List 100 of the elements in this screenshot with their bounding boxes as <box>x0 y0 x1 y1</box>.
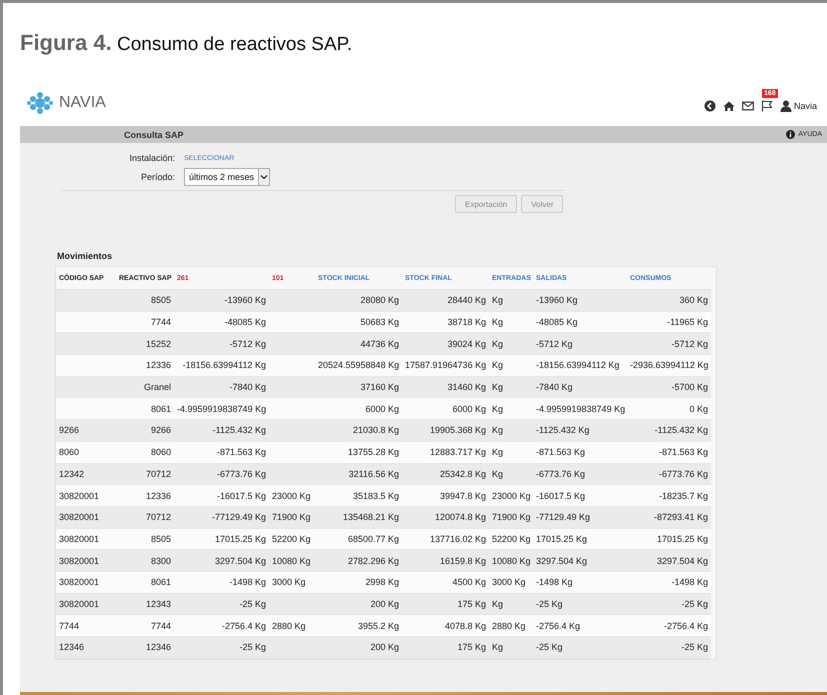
table-cell: 175 Kg <box>457 598 486 609</box>
table-cell: 6000 Kg <box>452 404 486 414</box>
table-cell: 16159.8 Kg <box>440 556 486 566</box>
table-cell: 20524.55958848 Kg <box>318 360 400 370</box>
table-cell: 200 Kg <box>370 642 399 652</box>
table-cell: 28080 Kg <box>360 295 399 306</box>
table-cell: 3955.2 Kg <box>358 620 399 631</box>
table-cell: -48085 Kg <box>536 317 578 328</box>
table-cell: Kg <box>492 598 504 609</box>
table-cell: 135468.21 Kg <box>342 512 399 522</box>
table-cell: 9266 <box>59 425 80 436</box>
table-cell: -5712 Kg <box>536 338 573 349</box>
info-icon[interactable] <box>786 130 796 139</box>
table-cell: Kg <box>492 642 504 652</box>
table-cell: 39947.8 Kg <box>440 490 486 501</box>
table-cell: -6773.76 Kg <box>536 468 586 479</box>
table-cell: -7840 Kg <box>536 382 573 392</box>
table-cell: 175 Kg <box>457 642 486 652</box>
table-cell: -871.563 Kg <box>536 447 586 458</box>
table-cell: -1498 Kg <box>671 577 708 588</box>
table-cell: Kg <box>492 317 504 328</box>
table-cell: 6000 Kg <box>365 404 399 414</box>
table-cell: 360 Kg <box>679 295 708 306</box>
table-cell: -2756.4 Kg <box>536 620 580 631</box>
table-cell: -77129.49 Kg <box>536 512 590 522</box>
table-cell: Kg <box>492 425 504 436</box>
table-cell: 7744 <box>150 620 171 631</box>
table-cell: 3297.504 Kg <box>214 556 266 566</box>
table-cell: 8505 <box>150 534 171 544</box>
table-cell: 15252 <box>146 338 171 349</box>
user-icon[interactable] <box>780 100 792 112</box>
mail-icon[interactable] <box>742 100 754 112</box>
table-cell: -18156.63994112 Kg <box>182 360 266 370</box>
table-cell: 3297.504 Kg <box>656 556 708 566</box>
table-cell: 8061 <box>150 404 171 414</box>
table-cell: 39024 Kg <box>447 338 486 349</box>
table-cell: 28440 Kg <box>447 295 486 306</box>
flag-icon[interactable] <box>760 100 773 112</box>
table-cell: 7744 <box>59 620 80 631</box>
table-cell: 17015.25 Kg <box>214 534 266 544</box>
table-cell: 31460 Kg <box>447 382 486 392</box>
home-icon[interactable] <box>722 100 735 112</box>
table-cell: 10080 Kg <box>492 556 531 566</box>
table-cell: 12883.717 Kg <box>430 447 486 458</box>
table-cell: 12342 <box>59 468 84 479</box>
toolbar-button[interactable]: Exportación <box>455 195 518 213</box>
table-cell: -2936.63994112 Kg <box>630 360 708 370</box>
table-cell: -1125.432 Kg <box>536 425 590 436</box>
table-cell: -11965 Kg <box>667 317 708 328</box>
table-cell: 12336 <box>146 490 171 501</box>
table-cell: 30820001 <box>59 556 100 566</box>
table-cell: -1125.432 Kg <box>212 425 266 436</box>
table-cell: 0 Kg <box>689 404 708 414</box>
table-cell: 2998 Kg <box>365 577 399 588</box>
installation-label: Instalación: <box>128 153 175 163</box>
table-cell: 71900 Kg <box>492 512 531 522</box>
table-cell: -5712 Kg <box>229 338 266 349</box>
table-cell: 8505 <box>150 295 171 306</box>
user-name[interactable]: Navia <box>794 101 817 111</box>
table-cell: 4078.8 Kg <box>444 620 486 631</box>
logo-text: NAVIA <box>59 94 106 112</box>
table-cell: 8300 <box>150 556 171 566</box>
logo-icon <box>25 91 55 115</box>
table-cell: -1125.432 Kg <box>654 425 708 436</box>
table-cell: -5712 Kg <box>671 338 708 349</box>
table-cell: 30820001 <box>59 577 100 588</box>
toolbar-button[interactable]: Volver <box>521 195 564 213</box>
table-cell: -871.563 Kg <box>658 447 708 458</box>
table-cell: -25 Kg <box>681 598 708 609</box>
table-cell: 12343 <box>146 598 171 609</box>
table-cell: -77129.49 Kg <box>212 512 266 522</box>
table-cell: 70712 <box>146 468 171 479</box>
table-cell: 3000 Kg <box>272 577 306 588</box>
table-cell: Granel <box>144 382 171 392</box>
table-cell: 2782.296 Kg <box>348 556 399 566</box>
table-cell: -25 Kg <box>239 598 266 609</box>
table-cell: 25342.8 Kg <box>440 468 486 479</box>
table-cell: -871.563 Kg <box>216 447 266 458</box>
period-dropdown[interactable]: últimos 2 meses <box>184 168 270 186</box>
table-cell: -87293.41 Kg <box>654 512 708 522</box>
table-cell: Kg <box>492 295 504 306</box>
table-cell: -16017.5 Kg <box>216 490 266 501</box>
back-icon[interactable] <box>704 100 716 112</box>
table-cell: -25 Kg <box>536 642 563 652</box>
table-cell: 8060 <box>59 447 80 458</box>
table-cell: -25 Kg <box>536 598 563 609</box>
table-cell: 21030.8 Kg <box>352 425 399 436</box>
table-cell: 17015.25 Kg <box>536 534 588 544</box>
table-cell: 200 Kg <box>370 598 399 609</box>
table-cell: 12346 <box>146 642 171 652</box>
table-cell: 2880 Kg <box>492 620 526 631</box>
table-cell: Kg <box>492 338 504 349</box>
table-cell: 35183.5 Kg <box>352 490 399 501</box>
table-cell: 37160 Kg <box>360 382 399 392</box>
table-cell: 2880 Kg <box>272 620 306 631</box>
table-cell: 8060 <box>150 447 171 458</box>
table-cell: 70712 <box>146 512 171 522</box>
table-cell: 23000 Kg <box>272 490 311 501</box>
table-cell: 19905.368 Kg <box>430 425 486 436</box>
table-cell: Kg <box>492 468 504 479</box>
